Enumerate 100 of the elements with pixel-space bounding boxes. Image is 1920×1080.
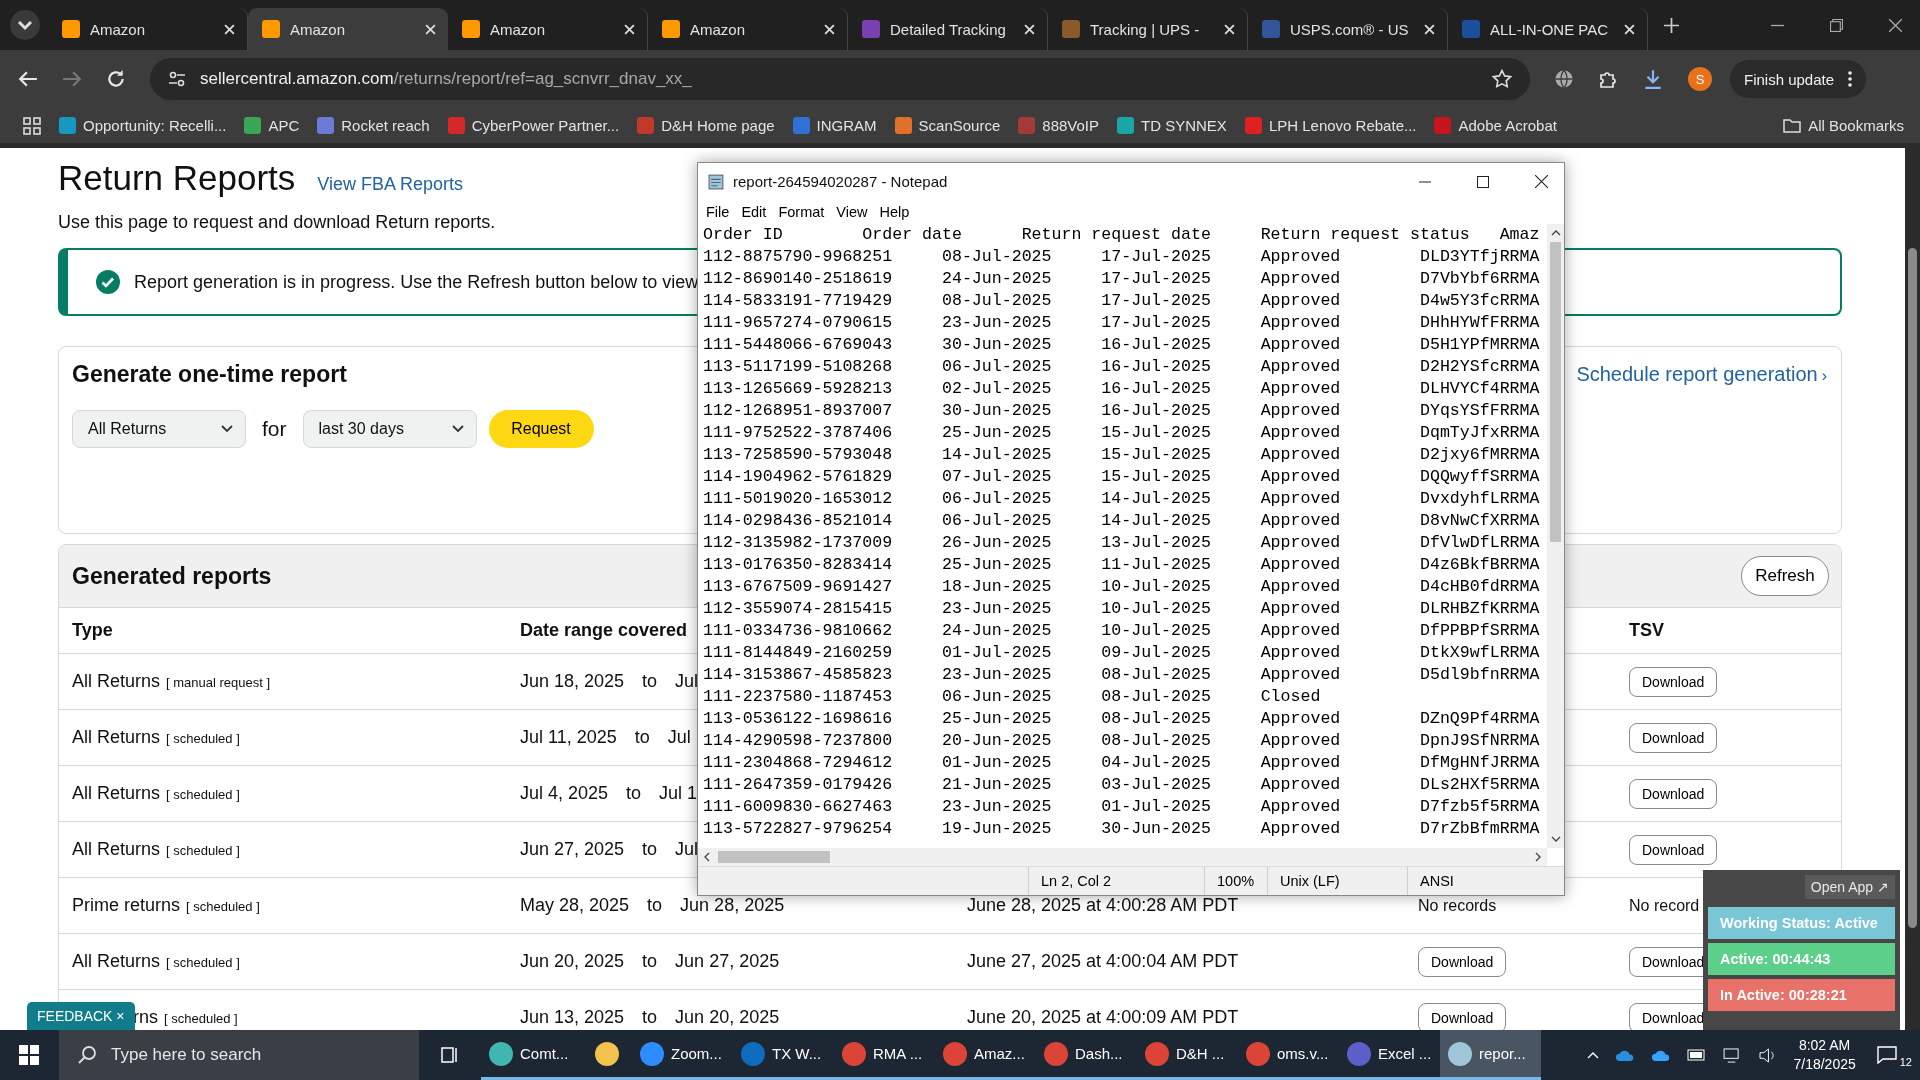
text-line: 113-5117199-5108268 06-Jul-2025 16-Jul-2025 Approved D2H2YSfcRRMA bbox=[703, 356, 1541, 378]
windows-start-icon[interactable] bbox=[19, 1045, 39, 1065]
column-header: Type bbox=[72, 620, 113, 641]
bookmark[interactable]: CyberPower Partner... bbox=[447, 117, 620, 134]
taskbar-app[interactable]: Amaz... bbox=[935, 1030, 1036, 1080]
menu-item[interactable]: Edit bbox=[741, 204, 767, 220]
text-line: 111-9752522-3787406 25-Jun-2025 15-Jul-2025 Approved DqmTyJfxRRMA bbox=[703, 422, 1541, 444]
close-icon[interactable] bbox=[1889, 18, 1902, 32]
maximize-icon[interactable] bbox=[1477, 175, 1489, 188]
date-text: Jun 18, 2025 bbox=[520, 671, 625, 692]
report-type: Prime returns bbox=[72, 895, 181, 916]
date-text: May 28, 2025 bbox=[520, 895, 630, 916]
taskbar-app[interactable]: Dash... bbox=[1036, 1030, 1137, 1080]
apps-grid-icon[interactable] bbox=[23, 116, 41, 135]
puzzle-icon[interactable] bbox=[1598, 69, 1618, 89]
arrow-left-icon[interactable] bbox=[704, 852, 710, 862]
forward-icon[interactable] bbox=[62, 69, 82, 89]
schedule-link[interactable]: Schedule report generation › bbox=[1576, 363, 1827, 386]
status-text: No record bbox=[1629, 897, 1700, 914]
menu-item[interactable]: Format bbox=[778, 204, 825, 220]
text-line: 111-2237580-1187453 06-Jun-2025 08-Jul-2025 Closed bbox=[703, 686, 1322, 708]
download-button[interactable]: Download bbox=[1629, 666, 1718, 697]
refresh-button[interactable]: Refresh bbox=[1741, 556, 1829, 596]
search-icon bbox=[77, 1045, 97, 1065]
text-line: 111-9657274-0790615 23-Jun-2025 17-Jul-2025 Approved DHhHYWfFRRMA bbox=[703, 312, 1541, 334]
close-icon[interactable] bbox=[1535, 175, 1548, 188]
request-button[interactable]: Request bbox=[488, 410, 594, 448]
globe-icon[interactable] bbox=[1554, 69, 1574, 89]
reload-icon[interactable] bbox=[106, 69, 126, 89]
report-type-select[interactable]: All Returns bbox=[72, 410, 246, 448]
for-label: for bbox=[262, 417, 287, 441]
text-line: 112-8690140-2518619 24-Jun-2025 17-Jul-2025 Approved D7VbYbf6RRMA bbox=[703, 268, 1541, 290]
update-button[interactable]: Finish update bbox=[1730, 60, 1867, 98]
bookmark[interactable]: Adobe Acrobat bbox=[1434, 117, 1557, 134]
download-button[interactable]: Download bbox=[1418, 1002, 1507, 1030]
menu-item[interactable]: View bbox=[836, 204, 868, 220]
bookmark[interactable]: LPH Lenovo Rebate... bbox=[1244, 117, 1417, 134]
cloud-icon[interactable] bbox=[1615, 1048, 1636, 1062]
arrow-up-icon[interactable] bbox=[1550, 230, 1561, 236]
bookmark[interactable]: D&H Home page bbox=[637, 117, 775, 134]
browser-tab[interactable]: Amazon bbox=[248, 8, 448, 50]
download-button[interactable]: Download bbox=[1418, 946, 1507, 977]
download-button[interactable]: Download bbox=[1629, 834, 1718, 865]
battery-icon[interactable] bbox=[1687, 1049, 1708, 1061]
date-text: Jun 27, 2025 bbox=[520, 839, 625, 860]
bookmark[interactable]: 888VoIP bbox=[1018, 117, 1099, 134]
fba-reports-link[interactable]: View FBA Reports bbox=[317, 174, 464, 195]
bookmark[interactable]: INGRAM bbox=[792, 117, 877, 134]
column-header: Date range covered bbox=[520, 620, 688, 641]
taskbar-app[interactable]: D&H ... bbox=[1137, 1030, 1238, 1080]
open-app-button[interactable]: Open App ↗ bbox=[1804, 875, 1895, 899]
taskbar-app[interactable]: Comt... bbox=[481, 1030, 582, 1080]
feedback-button[interactable]: FEEDBACK × bbox=[27, 1002, 135, 1030]
task-view-icon[interactable] bbox=[439, 1045, 459, 1065]
column-header: TSV bbox=[1629, 620, 1664, 641]
notification-count: 12 bbox=[1899, 1056, 1912, 1068]
star-icon[interactable] bbox=[1492, 69, 1512, 89]
taskbar-app[interactable]: TX W... bbox=[733, 1030, 834, 1080]
clock[interactable]: 8:02 AM 7/18/2025 bbox=[1793, 1036, 1856, 1074]
taskbar-app[interactable]: repor... bbox=[1440, 1030, 1541, 1080]
taskbar-app[interactable]: Zoom... bbox=[632, 1030, 733, 1080]
bookmark[interactable]: Rocket reach bbox=[317, 117, 430, 134]
chevron-down-icon bbox=[451, 425, 464, 433]
cloud-icon[interactable] bbox=[1651, 1048, 1672, 1062]
plus-icon[interactable] bbox=[1664, 17, 1679, 33]
more-icon[interactable] bbox=[1848, 71, 1853, 87]
status-text: ANSI bbox=[1407, 867, 1547, 895]
intro-text: Use this page to request and download Return reports. bbox=[58, 211, 496, 234]
download-icon[interactable] bbox=[1642, 68, 1664, 90]
text-line: 113-6767509-9691427 18-Jun-2025 10-Jul-2025 Approved D4cHB0fdRRMA bbox=[703, 576, 1541, 598]
report-type: All Returns bbox=[72, 839, 161, 860]
report-type: All Returns bbox=[72, 671, 161, 692]
caret-icon[interactable] bbox=[10, 10, 40, 40]
bookmark[interactable]: Opportunity: Recelli... bbox=[59, 117, 227, 134]
restore-icon[interactable] bbox=[1830, 18, 1843, 32]
back-icon[interactable] bbox=[18, 69, 38, 89]
arrow-right-icon[interactable] bbox=[1535, 852, 1541, 862]
text-line: 113-7258590-5793048 14-Jul-2025 15-Jul-2025 Approved D2jxy6fMRRMA bbox=[703, 444, 1541, 466]
site-info-icon[interactable] bbox=[168, 70, 186, 88]
text-line: 113-0176350-8283414 25-Jun-2025 11-Jul-2025 Approved D4z6BkfBRRMA bbox=[703, 554, 1541, 576]
text-line: 111-6009830-6627463 23-Jun-2025 01-Jul-2025 Approved D7fzb5f5RRMA bbox=[703, 796, 1541, 818]
bookmark[interactable]: APC bbox=[244, 117, 300, 134]
text-line: 111-8144849-2160259 01-Jul-2025 09-Jul-2025 Approved DtkX9wfLRRMA bbox=[703, 642, 1541, 664]
download-button[interactable]: Download bbox=[1629, 722, 1718, 753]
to-label: to bbox=[642, 1007, 658, 1028]
notepad-icon bbox=[708, 173, 725, 190]
arrow-down-icon[interactable] bbox=[1550, 836, 1561, 842]
menu-item[interactable]: File bbox=[706, 204, 730, 220]
download-button[interactable]: Download bbox=[1629, 778, 1718, 809]
report-tag: [ scheduled ] bbox=[166, 843, 240, 858]
address-bar[interactable]: sellercentral.amazon.com/returns/report/ref=ag_scnvrr_dnav_xx_ bbox=[150, 58, 1530, 100]
taskbar-app[interactable]: RMA ... bbox=[834, 1030, 935, 1080]
menu-item[interactable]: Help bbox=[879, 204, 910, 220]
all-bookmarks[interactable]: All Bookmarks bbox=[1783, 117, 1904, 134]
date-range-select[interactable]: last 30 days bbox=[302, 410, 477, 448]
chevron-up-icon[interactable] bbox=[1587, 1051, 1600, 1059]
taskbar-app[interactable]: oms.v... bbox=[1238, 1030, 1339, 1080]
bookmark[interactable]: TD SYNNEX bbox=[1117, 117, 1227, 134]
bookmark[interactable]: ScanSource bbox=[894, 117, 1001, 134]
search-field[interactable]: Type here to search bbox=[59, 1030, 419, 1080]
